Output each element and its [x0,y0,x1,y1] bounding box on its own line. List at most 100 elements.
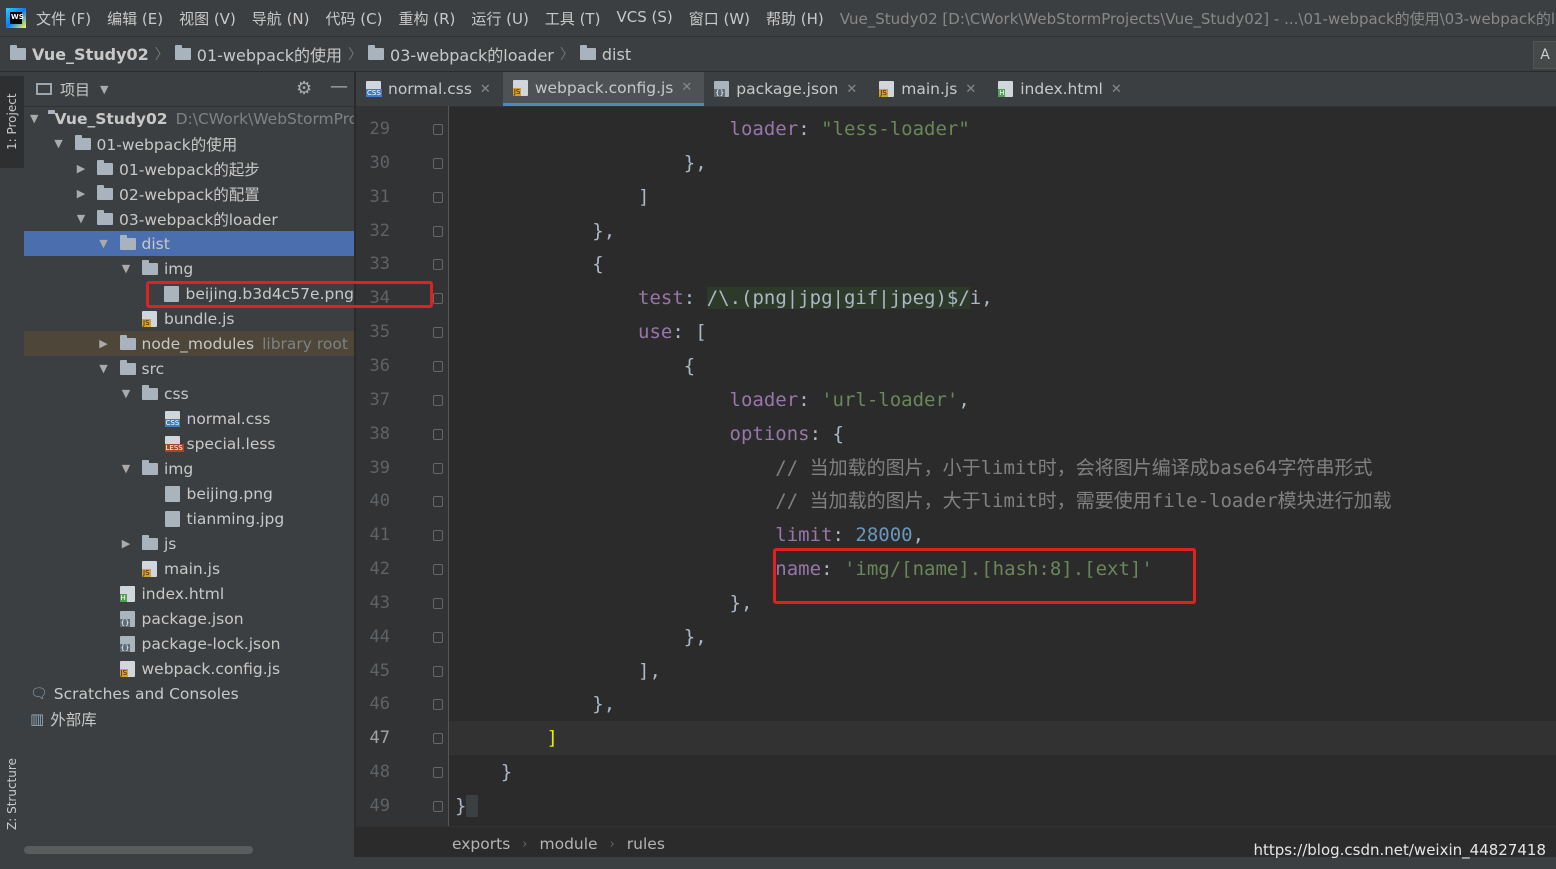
tree-item[interactable]: Hindex.html [24,581,354,606]
project-panel-title[interactable]: 项目 [60,79,90,100]
tree-item[interactable]: ▥ 外部库 [24,706,354,731]
menu-item[interactable]: 文件 (F) [36,8,91,29]
horizontal-scrollbar[interactable] [24,846,253,854]
tree-item[interactable]: {} package-lock.json [24,631,354,656]
menu-item[interactable]: 窗口 (W) [689,8,750,29]
fold-marker-icon[interactable] [433,564,443,576]
structure-tool-button[interactable]: Z: Structure [0,744,24,844]
tree-item[interactable]: ▼ 03-webpack的loader [24,206,354,231]
tree-item[interactable]: {} package.json [24,606,354,631]
tab-index-html[interactable]: Hindex.html ✕ [988,72,1134,106]
fold-marker-icon[interactable] [433,530,443,542]
gear-icon[interactable]: ⚙ [296,78,312,99]
expand-down-icon[interactable]: ▼ [75,212,87,225]
fold-marker-icon[interactable] [433,597,443,609]
fold-marker-icon[interactable] [433,259,443,271]
tab-main-js[interactable]: JS main.js ✕ [869,72,988,106]
fold-marker-icon[interactable] [433,767,443,779]
fold-marker-icon[interactable] [433,360,443,372]
fold-marker-icon[interactable] [433,394,443,406]
expand-down-icon[interactable]: ▼ [98,237,110,250]
fold-marker-icon[interactable] [433,665,443,677]
tree-item[interactable]: 🗨 Scratches and Consoles [24,681,354,706]
menu-item[interactable]: 工具 (T) [545,8,601,29]
menu-item[interactable]: 导航 (N) [252,8,310,29]
menu-item[interactable]: 代码 (C) [326,8,383,29]
tree-item[interactable]: JS main.js [24,556,354,581]
fold-marker-icon[interactable] [433,801,443,812]
fold-marker-icon[interactable] [433,293,443,305]
tree-item[interactable]: ▶ node_modules library root [24,331,354,356]
tree-item[interactable]: ▼ css [24,381,354,406]
tree-item[interactable]: beijing.png [24,481,354,506]
code-breadcrumb-item[interactable]: rules [627,835,665,853]
close-icon[interactable]: ✕ [1111,82,1122,97]
tree-item[interactable]: ▼ img [24,256,354,281]
tree-item[interactable]: ▼ Vue_Study02 D:\CWork\WebStormProjects\Vu… [24,106,354,131]
menu-item[interactable]: 帮助 (H) [766,8,824,29]
tree-item[interactable]: JS bundle.js [24,306,354,331]
tree-item[interactable]: ▼ dist [24,231,354,256]
fold-marker-icon[interactable] [433,462,443,474]
line-number: 42 [369,559,390,580]
fold-marker-icon[interactable] [433,157,443,169]
expand-right-icon[interactable]: ▶ [98,337,110,350]
nav-crumb[interactable]: Vue_Study02 [10,45,149,64]
tree-item[interactable]: ▼ 01-webpack的使用 [24,131,354,156]
expand-right-icon[interactable]: ▶ [120,537,132,550]
nav-crumb[interactable]: 01-webpack的使用 [174,42,342,66]
close-icon[interactable]: ✕ [846,82,857,97]
close-icon[interactable]: ✕ [965,82,976,97]
menu-item[interactable]: VCS (S) [616,8,672,29]
code-area[interactable]: loader: "less-loader" }, ] }, { test: /\… [449,106,1556,826]
tree-item[interactable]: ▼ img [24,456,354,481]
expand-down-icon[interactable]: ▼ [30,112,38,125]
fold-marker-icon[interactable] [433,699,443,711]
code-breadcrumb-item[interactable]: exports [452,835,510,853]
fold-marker-icon[interactable] [433,225,443,237]
expand-down-icon[interactable]: ▼ [120,262,132,275]
nav-crumb[interactable]: dist [579,45,631,64]
minimize-icon[interactable]: — [330,76,348,97]
fold-marker-icon[interactable] [433,327,443,339]
tab-webpack-config-js[interactable]: JS webpack.config.js ✕ [502,72,705,106]
fold-marker-icon[interactable] [433,496,443,508]
close-icon[interactable]: ✕ [480,82,491,97]
menu-item[interactable]: 重构 (R) [398,8,455,29]
tree-item[interactable]: ▶ js [24,531,354,556]
tab-normal-css[interactable]: CSS normal.css ✕ [356,72,503,106]
nav-crumb[interactable]: 03-webpack的loader [368,42,554,66]
tree-item[interactable]: ▼ src [24,356,354,381]
chevron-down-icon[interactable]: ▼ [100,83,108,96]
fold-marker-icon[interactable] [433,733,443,745]
expand-right-icon[interactable]: ▶ [75,187,87,200]
code-line: { [449,247,1556,281]
tree-item[interactable]: LESS special.less [24,431,354,456]
tree-item[interactable]: tianming.jpg [24,506,354,531]
project-tool-button[interactable]: 1: Project [0,76,24,168]
tree-item-label: img [164,259,194,278]
close-icon[interactable]: ✕ [681,80,692,95]
tree-item-label: js [164,534,177,553]
tree-item[interactable]: CSS normal.css [24,406,354,431]
tree-item[interactable]: ▶ 01-webpack的起步 [24,156,354,181]
tab-package-json[interactable]: {} package.json ✕ [704,72,869,106]
menu-item[interactable]: 编辑 (E) [107,8,163,29]
menu-item[interactable]: 视图 (V) [179,8,236,29]
fold-marker-icon[interactable] [433,124,443,135]
code-breadcrumb-item[interactable]: module [540,835,598,853]
expand-down-icon[interactable]: ▼ [53,137,65,150]
line-number: 36 [369,355,390,376]
nav-right-button[interactable]: A [1533,41,1556,69]
code-token: } [592,693,604,716]
fold-marker-icon[interactable] [433,428,443,440]
tree-item[interactable]: JS webpack.config.js [24,656,354,681]
expand-down-icon[interactable]: ▼ [98,362,110,375]
expand-right-icon[interactable]: ▶ [75,162,87,175]
fold-marker-icon[interactable] [433,631,443,643]
tree-item[interactable]: ▶ 02-webpack的配置 [24,181,354,206]
menu-item[interactable]: 运行 (U) [471,8,528,29]
fold-marker-icon[interactable] [433,191,443,203]
expand-down-icon[interactable]: ▼ [120,387,132,400]
expand-down-icon[interactable]: ▼ [120,462,132,475]
